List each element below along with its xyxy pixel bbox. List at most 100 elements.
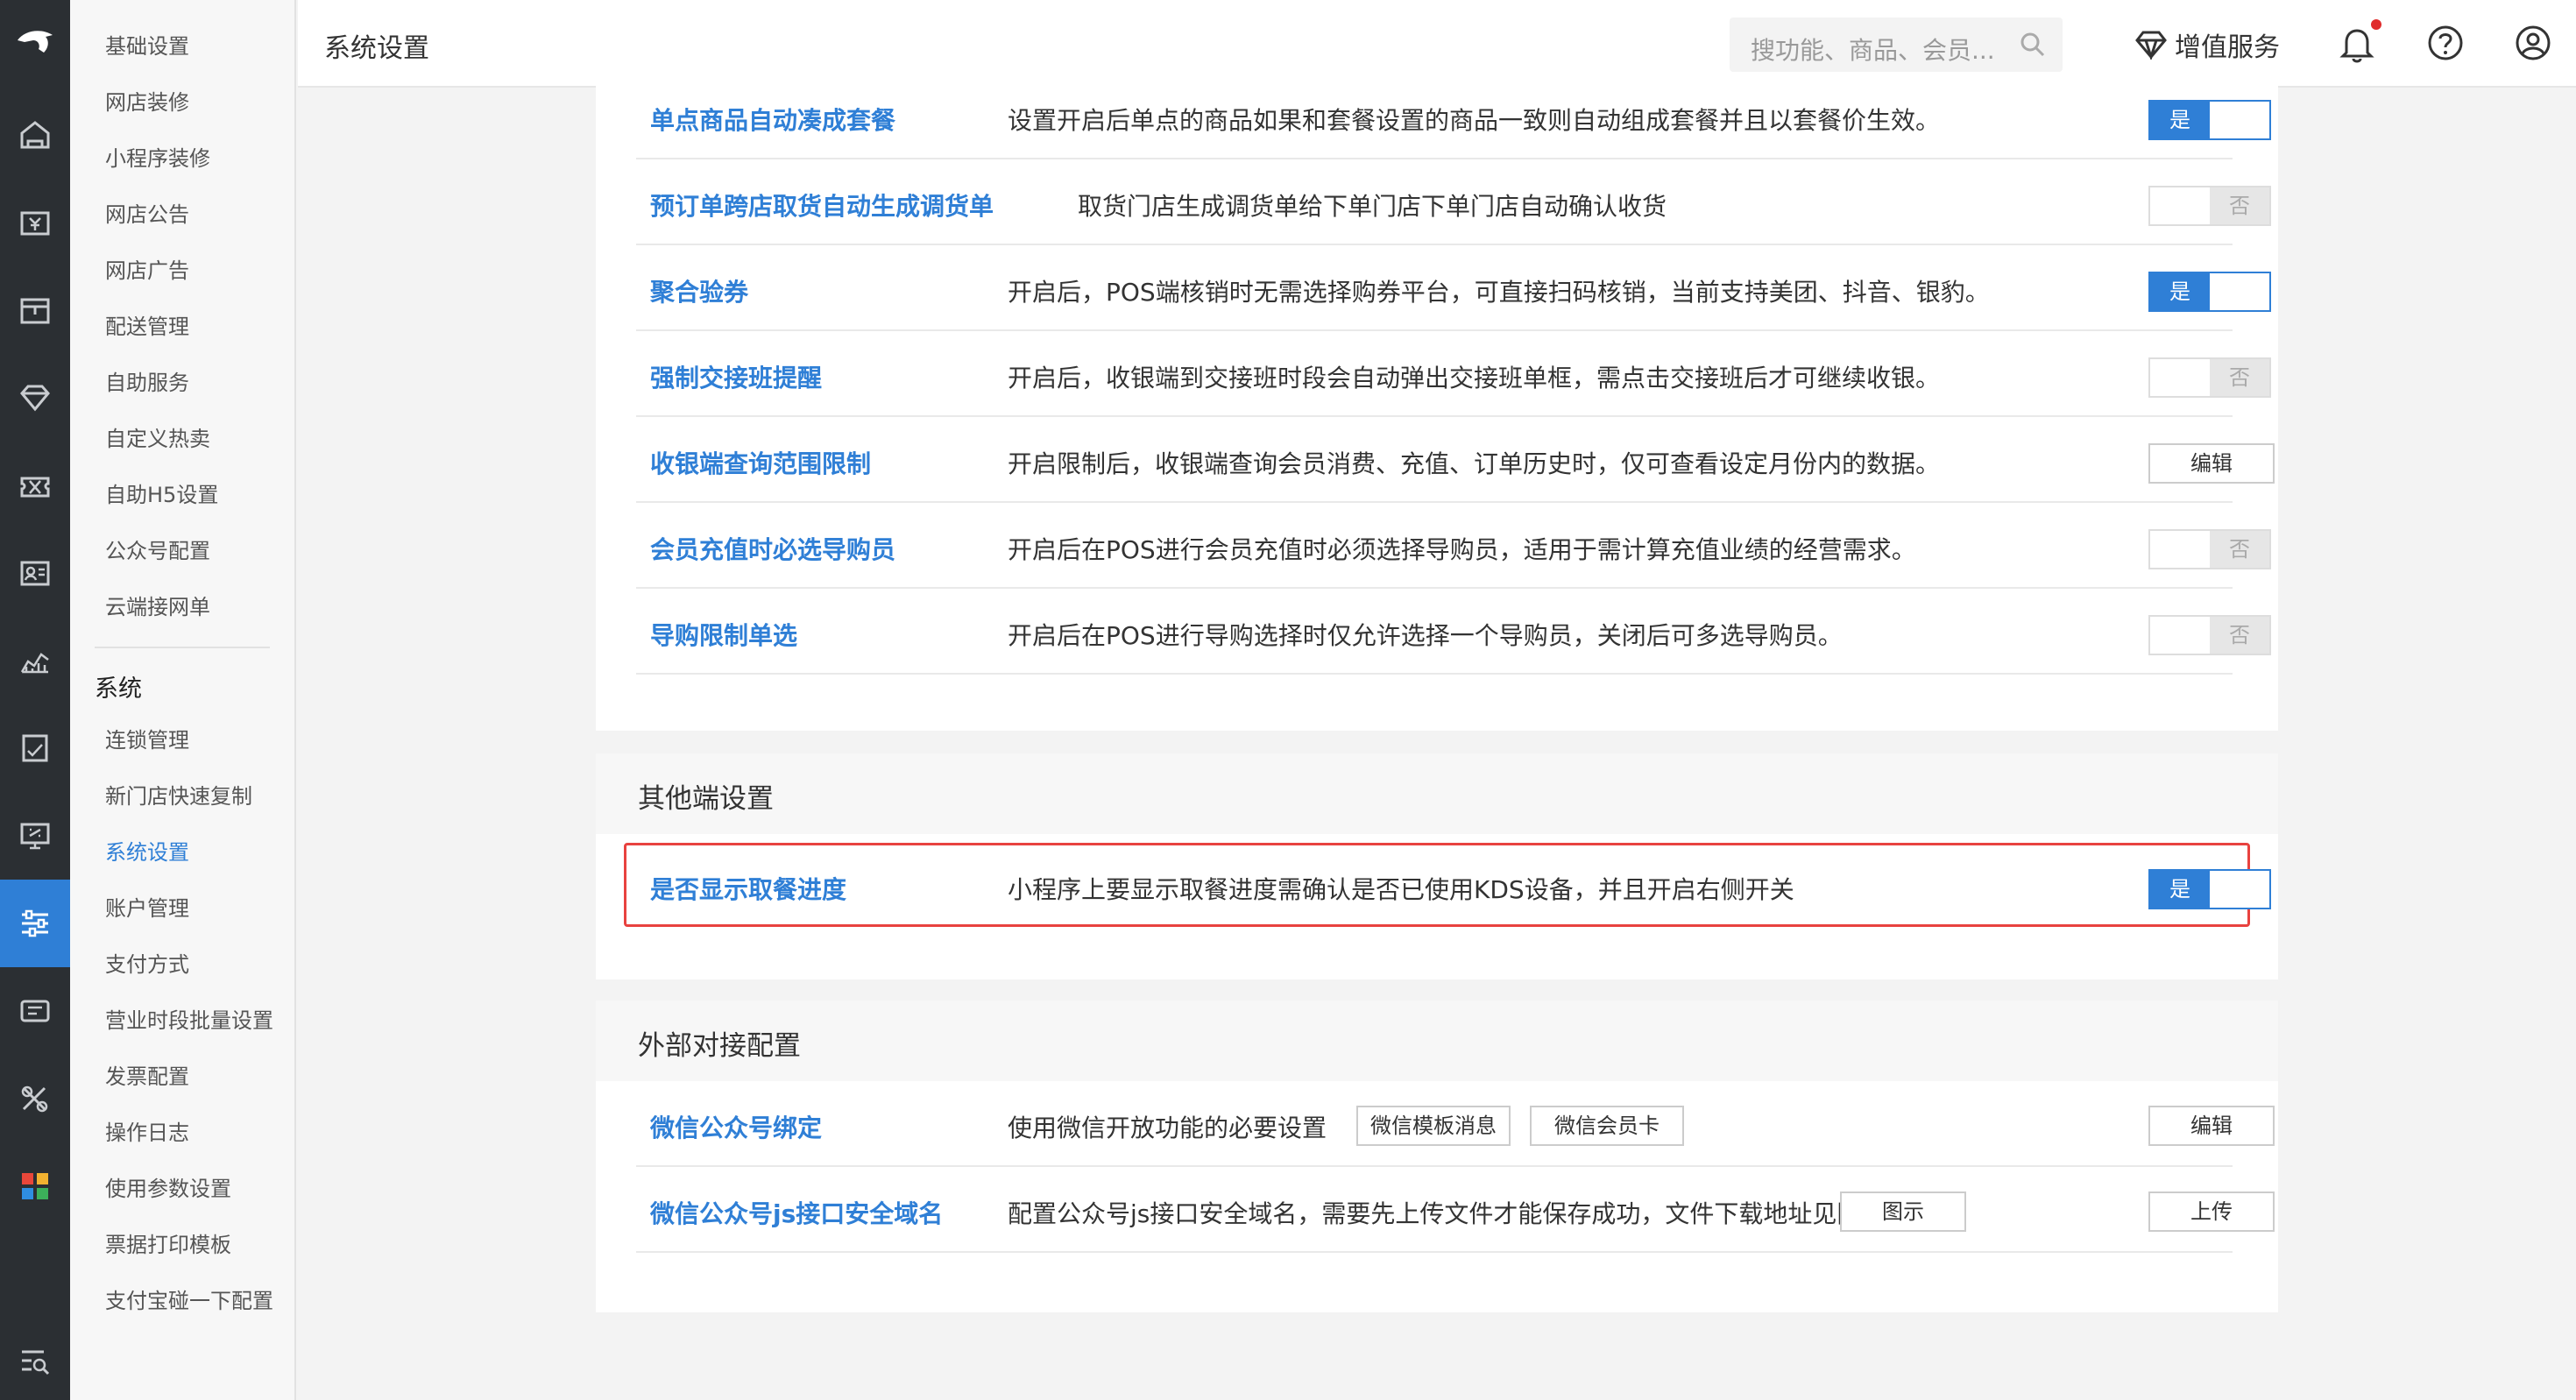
submenu-item[interactable]: 连锁管理 xyxy=(105,727,189,753)
search-icon[interactable] xyxy=(2019,31,2047,62)
submenu-item[interactable]: 网店广告 xyxy=(105,258,189,284)
submenu-item[interactable]: 网店装修 xyxy=(105,89,189,116)
submenu-item[interactable]: 公众号配置 xyxy=(105,538,210,564)
setting-desc: 开启限制后，收银端查询会员消费、充值、订单历史时，仅可查看设定月份内的数据。 xyxy=(1008,449,1941,478)
analytics-icon[interactable] xyxy=(0,617,70,704)
setting-name: 强制交接班提醒 xyxy=(650,364,823,392)
setting-toggle[interactable]: 否 xyxy=(2148,615,2271,655)
wechat-template-message-button[interactable]: 微信模板消息 xyxy=(1356,1106,1511,1146)
edit-button[interactable]: 编辑 xyxy=(2148,443,2275,484)
setting-name: 收银端查询范围限制 xyxy=(650,449,872,478)
setting-desc: 开启后在POS进行导购选择时仅允许选择一个导购员，关闭后可多选导购员。 xyxy=(1008,621,1843,650)
setting-name: 预订单跨店取货自动生成调货单 xyxy=(650,192,994,221)
setting-toggle[interactable]: 是 xyxy=(2148,272,2271,312)
submenu-item[interactable]: 票据打印模板 xyxy=(105,1232,231,1258)
external-config-panel: 外部对接配置 微信公众号绑定 使用微信开放功能的必要设置 微信模板消息 微信会员… xyxy=(596,1001,2278,1312)
bell-icon[interactable] xyxy=(2339,25,2374,67)
other-settings-panel: 其他端设置 是否显示取餐进度 小程序上要显示取餐进度需确认是否已使用KDS设备，… xyxy=(596,753,2278,979)
section-header-band xyxy=(596,753,2278,834)
setting-desc: 小程序上要显示取餐进度需确认是否已使用KDS设备，并且开启右侧开关 xyxy=(1008,875,1794,904)
coupon-icon[interactable] xyxy=(0,442,70,529)
submenu-item[interactable]: 账户管理 xyxy=(105,895,189,922)
setting-name: 导购限制单选 xyxy=(650,621,798,650)
submenu-item[interactable]: 小程序装修 xyxy=(105,145,210,172)
toggle-state: 是 xyxy=(2150,102,2210,138)
vip-service-label: 增值服务 xyxy=(2175,32,2280,63)
icon-rail xyxy=(0,0,70,1400)
setting-name: 微信公众号js接口安全域名 xyxy=(650,1199,944,1228)
setting-row: 单点商品自动凑成套餐 设置开启后单点的商品如果和套餐设置的商品一致则自动组成套餐… xyxy=(636,74,2271,159)
setting-toggle[interactable]: 否 xyxy=(2148,186,2271,226)
submenu-item[interactable]: 配送管理 xyxy=(105,314,189,340)
submenu-item[interactable]: 自助H5设置 xyxy=(105,482,218,508)
ticket-icon[interactable] xyxy=(0,967,70,1055)
report-icon[interactable] xyxy=(0,704,70,792)
setting-name: 是否显示取餐进度 xyxy=(650,875,847,904)
upload-button[interactable]: 上传 xyxy=(2148,1191,2275,1232)
tools-icon[interactable] xyxy=(0,1055,70,1142)
wechat-member-card-button[interactable]: 微信会员卡 xyxy=(1530,1106,1684,1146)
setting-desc: 使用微信开放功能的必要设置 xyxy=(1008,1114,1327,1142)
submenu-item[interactable]: 自助服务 xyxy=(105,370,189,396)
setting-row: 收银端查询范围限制 开启限制后，收银端查询会员消费、充值、订单历史时，仅可查看设… xyxy=(636,417,2275,503)
submenu-item[interactable]: 操作日志 xyxy=(105,1120,189,1146)
toggle-state: 是 xyxy=(2150,871,2210,908)
setting-row: 会员充值时必选导购员 开启后在POS进行会员充值时必须选择导购员，适用于需计算充… xyxy=(636,503,2271,589)
setting-desc: 设置开启后单点的商品如果和套餐设置的商品一致则自动组成套餐并且以套餐价生效。 xyxy=(1008,106,1941,135)
setting-row: 微信公众号js接口安全域名 配置公众号js接口安全域名，需要先上传文件才能保存成… xyxy=(636,1167,2275,1253)
user-icon[interactable] xyxy=(2515,25,2551,65)
setting-desc: 开启后在POS进行会员充值时必须选择导购员，适用于需计算充值业绩的经营需求。 xyxy=(1008,535,1916,564)
monitor-icon[interactable] xyxy=(0,792,70,880)
toggle-state: 否 xyxy=(2210,617,2269,654)
diagram-button[interactable]: 图示 xyxy=(1840,1191,1966,1232)
submenu-item[interactable]: 自定义热卖 xyxy=(105,426,210,452)
submenu-item-active[interactable]: 系统设置 xyxy=(105,839,189,866)
cashier-icon[interactable] xyxy=(0,179,70,266)
toggle-state: 否 xyxy=(2210,187,2269,224)
setting-desc: 取货门店生成调货单给下单门店下单门店自动确认收货 xyxy=(1078,192,1667,221)
search-input[interactable]: 搜功能、商品、会员... xyxy=(1730,18,2063,72)
search-placeholder: 搜功能、商品、会员... xyxy=(1751,36,1995,65)
toggle-state: 否 xyxy=(2210,531,2269,568)
submenu-item[interactable]: 新门店快速复制 xyxy=(105,783,252,810)
apps-icon[interactable] xyxy=(0,1142,70,1230)
setting-toggle[interactable]: 是 xyxy=(2148,100,2271,140)
setting-name: 聚合验券 xyxy=(650,278,749,307)
logo-icon[interactable] xyxy=(0,0,70,88)
help-icon[interactable] xyxy=(2427,25,2464,65)
setting-desc: 开启后，POS端核销时无需选择购券平台，可直接扫码核销，当前支持美团、抖音、银豹… xyxy=(1008,278,1990,307)
setting-toggle[interactable]: 否 xyxy=(2148,529,2271,569)
vip-icon[interactable] xyxy=(0,354,70,442)
page-title: 系统设置 xyxy=(324,33,429,64)
submenu-item[interactable]: 发票配置 xyxy=(105,1064,189,1090)
setting-desc: 配置公众号js接口安全域名，需要先上传文件才能保存成功，文件下载地址见图示 xyxy=(1008,1199,1886,1228)
home-icon[interactable] xyxy=(0,91,70,179)
submenu-item[interactable]: 支付方式 xyxy=(105,951,189,978)
setting-desc: 开启后，收银端到交接班时段会自动弹出交接班单框，需点击交接班后才可继续收银。 xyxy=(1008,364,1941,392)
member-card-icon[interactable] xyxy=(0,529,70,617)
setting-row: 预订单跨店取货自动生成调货单 取货门店生成调货单给下单门店下单门店自动确认收货 … xyxy=(636,159,2271,245)
setting-row: 是否显示取餐进度 小程序上要显示取餐进度需确认是否已使用KDS设备，并且开启右侧… xyxy=(636,843,2271,929)
toggle-state: 否 xyxy=(2210,359,2269,396)
submenu: 基础设置 网店装修 小程序装修 网店公告 网店广告 配送管理 自助服务 自定义热… xyxy=(70,0,296,1400)
submenu-item[interactable]: 使用参数设置 xyxy=(105,1176,231,1202)
notification-dot xyxy=(2371,19,2381,30)
settings-icon[interactable] xyxy=(0,880,70,967)
setting-toggle[interactable]: 否 xyxy=(2148,357,2271,398)
submenu-item[interactable]: 网店公告 xyxy=(105,202,189,228)
setting-row: 微信公众号绑定 使用微信开放功能的必要设置 微信模板消息 微信会员卡 编辑 xyxy=(636,1081,2275,1167)
search-list-icon[interactable] xyxy=(0,1318,70,1400)
setting-name: 微信公众号绑定 xyxy=(650,1114,823,1142)
setting-name: 单点商品自动凑成套餐 xyxy=(650,106,896,135)
vip-service-button[interactable]: 增值服务 xyxy=(2134,25,2280,65)
submenu-item[interactable]: 支付宝碰一下配置 xyxy=(105,1288,273,1314)
edit-button[interactable]: 编辑 xyxy=(2148,1106,2275,1146)
setting-name: 会员充值时必选导购员 xyxy=(650,535,896,564)
submenu-item[interactable]: 云端接网单 xyxy=(105,594,210,620)
submenu-item[interactable]: 营业时段批量设置 xyxy=(105,1008,273,1034)
diamond-icon xyxy=(2135,31,2167,60)
submenu-item[interactable]: 基础设置 xyxy=(105,33,189,60)
store-icon[interactable] xyxy=(0,266,70,354)
setting-toggle[interactable]: 是 xyxy=(2148,869,2271,909)
toggle-state: 是 xyxy=(2150,273,2210,310)
